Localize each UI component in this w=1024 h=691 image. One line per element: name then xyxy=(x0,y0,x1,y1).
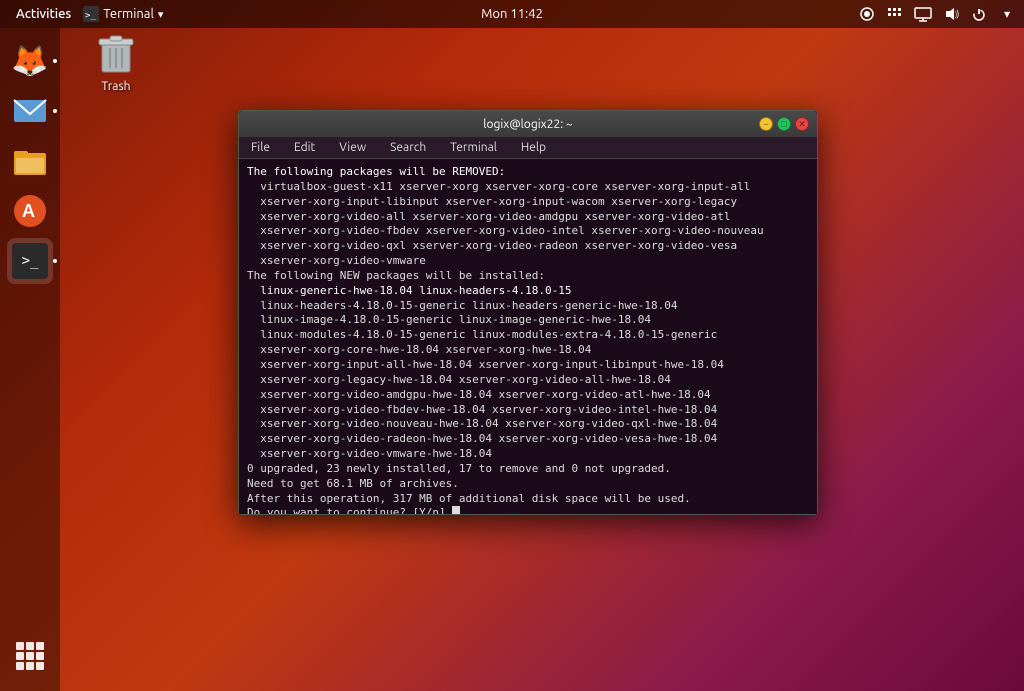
menu-help[interactable]: Help xyxy=(517,139,550,156)
menu-terminal[interactable]: Terminal xyxy=(446,139,501,156)
activities-button[interactable]: Activities xyxy=(8,7,79,21)
maximize-button[interactable]: □ xyxy=(777,117,791,131)
terminal-content[interactable]: The following packages will be REMOVED: … xyxy=(239,159,817,514)
svg-text:A: A xyxy=(22,201,35,221)
svg-text:): ) xyxy=(957,9,960,19)
dock-item-firefox[interactable]: 🦊 xyxy=(7,38,53,84)
dock-item-software[interactable]: A xyxy=(7,188,53,234)
minimize-button[interactable]: – xyxy=(759,117,773,131)
dock: 🦊 A >_ xyxy=(0,28,60,691)
grid-icon xyxy=(14,640,46,672)
menu-edit[interactable]: Edit xyxy=(290,139,319,156)
dock-item-files[interactable] xyxy=(7,138,53,184)
dock-active-indicator xyxy=(53,59,57,63)
dock-active-indicator-mail xyxy=(53,109,57,113)
terminal-menubar: File Edit View Search Terminal Help xyxy=(239,137,817,159)
topbar-arrow-icon: ▾ xyxy=(158,8,164,21)
files-icon xyxy=(12,145,48,177)
topbar-right: ) ) ▾ xyxy=(858,5,1016,23)
terminal-dock-icon: >_ xyxy=(12,243,48,279)
terminal-titlebar: logix@logix22: ~ – □ ✕ xyxy=(239,111,817,137)
mail-icon xyxy=(12,96,48,126)
dock-active-indicator-terminal xyxy=(53,259,57,263)
power-icon[interactable] xyxy=(970,5,988,23)
terminal-window-title: logix@logix22: ~ xyxy=(483,118,572,131)
menu-file[interactable]: File xyxy=(247,139,274,156)
dock-item-grid[interactable] xyxy=(7,633,53,679)
dock-item-mail[interactable] xyxy=(7,88,53,134)
svg-text:>_: >_ xyxy=(85,11,96,21)
topbar-app-label[interactable]: Terminal xyxy=(103,7,154,21)
trash-label: Trash xyxy=(101,80,130,93)
trash-desktop-icon[interactable]: Trash xyxy=(76,28,156,93)
menu-view[interactable]: View xyxy=(335,139,370,156)
record-icon[interactable] xyxy=(858,5,876,23)
terminal-topbar-icon: >_ xyxy=(83,6,99,22)
firefox-icon: 🦊 xyxy=(11,43,48,79)
terminal-window: logix@logix22: ~ – □ ✕ File Edit View Se… xyxy=(238,110,818,515)
dock-item-terminal[interactable]: >_ xyxy=(7,238,53,284)
menu-search[interactable]: Search xyxy=(386,139,430,156)
topbar-clock: Mon 11:42 xyxy=(481,7,543,21)
trash-icon xyxy=(92,28,140,76)
software-icon: A xyxy=(12,193,48,229)
close-button[interactable]: ✕ xyxy=(795,117,809,131)
display-icon[interactable] xyxy=(914,5,932,23)
terminal-window-controls: – □ ✕ xyxy=(759,117,809,131)
topbar-arrow-right-icon[interactable]: ▾ xyxy=(998,5,1016,23)
topbar-left: Activities >_ Terminal ▾ xyxy=(8,6,163,22)
network-icon[interactable] xyxy=(886,5,904,23)
topbar: Activities >_ Terminal ▾ Mon 11:42 xyxy=(0,0,1024,28)
volume-icon[interactable]: ) ) xyxy=(942,5,960,23)
